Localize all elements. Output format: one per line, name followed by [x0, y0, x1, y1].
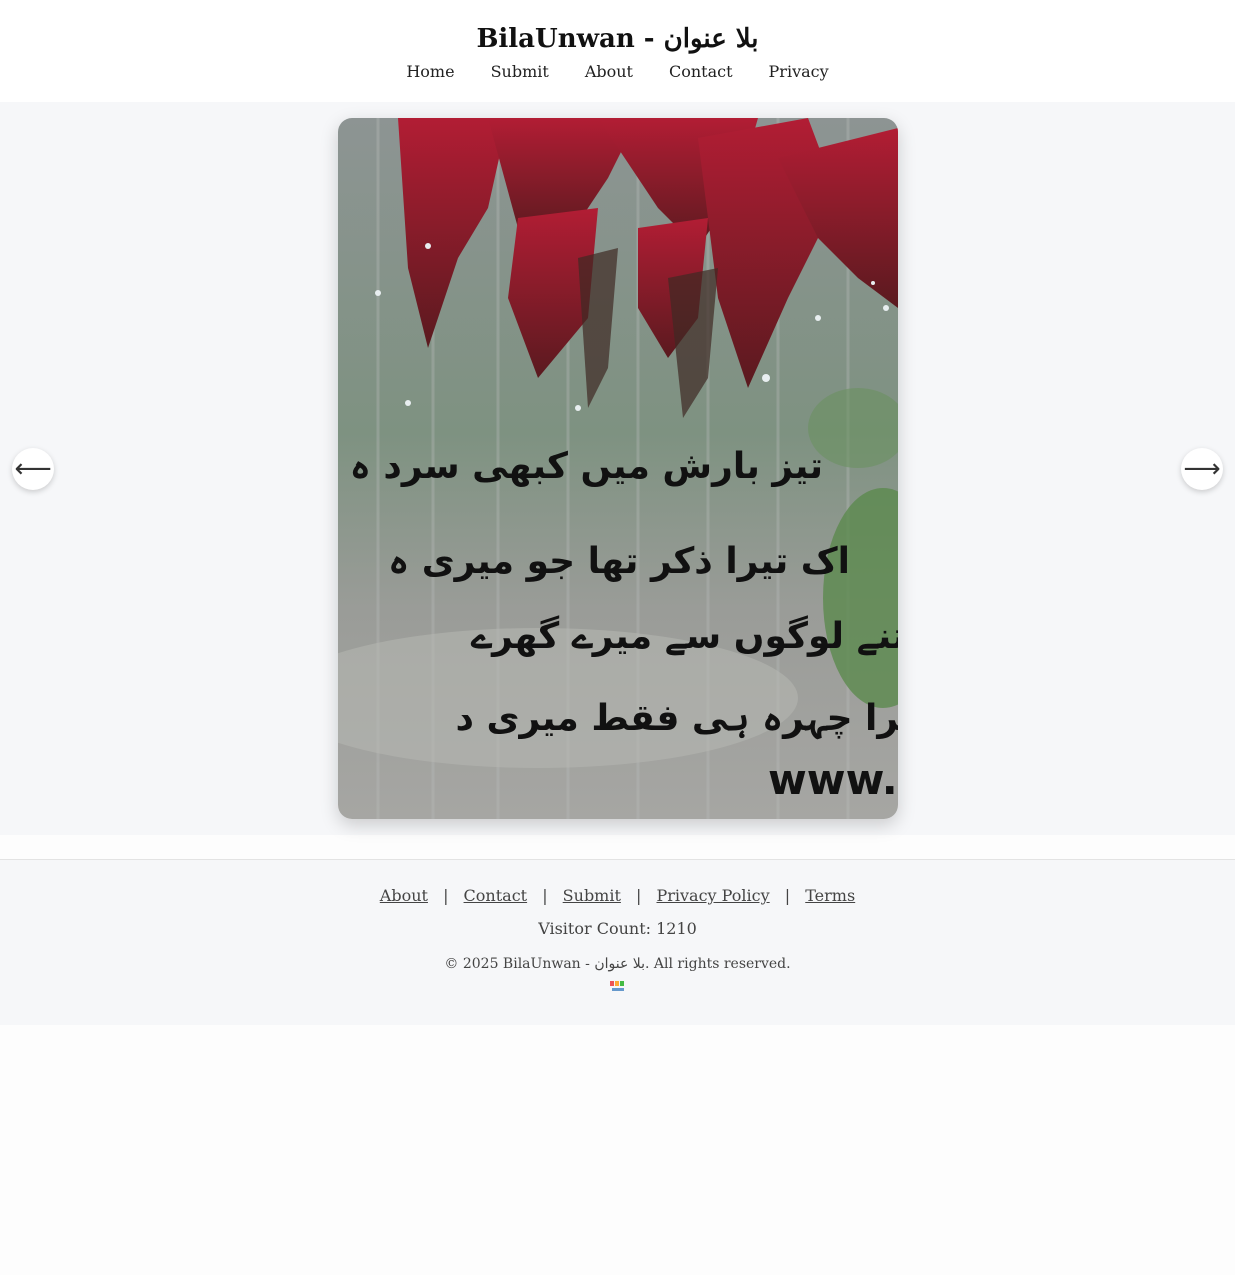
- nav-contact[interactable]: Contact: [669, 62, 733, 81]
- footer-link-submit[interactable]: Submit: [563, 886, 621, 905]
- poem-line-4: تیرا چہرہ ہی فقط میری د: [455, 698, 898, 740]
- site-header: BilaUnwan - بلا عنوان Home Submit About …: [0, 0, 1235, 102]
- poetry-image: تیز بارش میں کبھی سرد ہ اک تیرا ذکر تھا …: [338, 118, 898, 819]
- poem-line-3: کتنے لوگوں سے میرے گھرے: [470, 615, 898, 657]
- site-footer: About | Contact | Submit | Privacy Polic…: [0, 859, 1235, 1025]
- footer-separator: |: [636, 886, 642, 905]
- footer-link-contact[interactable]: Contact: [464, 886, 528, 905]
- visitor-count: Visitor Count: 1210: [538, 919, 697, 938]
- footer-link-privacy-policy[interactable]: Privacy Policy: [656, 886, 769, 905]
- next-arrow-button[interactable]: ⟶: [1181, 448, 1223, 490]
- footer-separator: |: [784, 886, 791, 905]
- footer-link-about[interactable]: About: [380, 886, 428, 905]
- footer-link-terms[interactable]: Terms: [805, 886, 855, 905]
- site-title: BilaUnwan - بلا عنوان: [476, 24, 759, 54]
- nav-about[interactable]: About: [585, 62, 633, 81]
- main-nav: Home Submit About Contact Privacy: [0, 62, 1235, 81]
- nav-privacy[interactable]: Privacy: [769, 62, 829, 81]
- nav-home[interactable]: Home: [406, 62, 454, 81]
- footer-separator: |: [443, 886, 449, 905]
- image-slider: ⟵ تیز بارش میں کبھی سرد ہ اک تیرا ذکر تھ…: [0, 102, 1235, 835]
- poem-line-2: اک تیرا ذکر تھا جو میری ہ: [388, 541, 850, 582]
- footer-links: About | Contact | Submit | Privacy Polic…: [0, 860, 1235, 905]
- image-watermark: www.: [768, 755, 898, 804]
- prev-arrow-button[interactable]: ⟵: [12, 448, 54, 490]
- poem-line-1: تیز بارش میں کبھی سرد ہ: [350, 446, 823, 487]
- footer-separator: |: [542, 886, 548, 905]
- nav-submit[interactable]: Submit: [491, 62, 549, 81]
- copyright-text: © 2025 BilaUnwan - بلا عنوان. All rights…: [444, 956, 791, 972]
- site-logo-icon: [608, 980, 628, 994]
- poetry-image-card[interactable]: تیز بارش میں کبھی سرد ہ اک تیرا ذکر تھا …: [338, 118, 898, 819]
